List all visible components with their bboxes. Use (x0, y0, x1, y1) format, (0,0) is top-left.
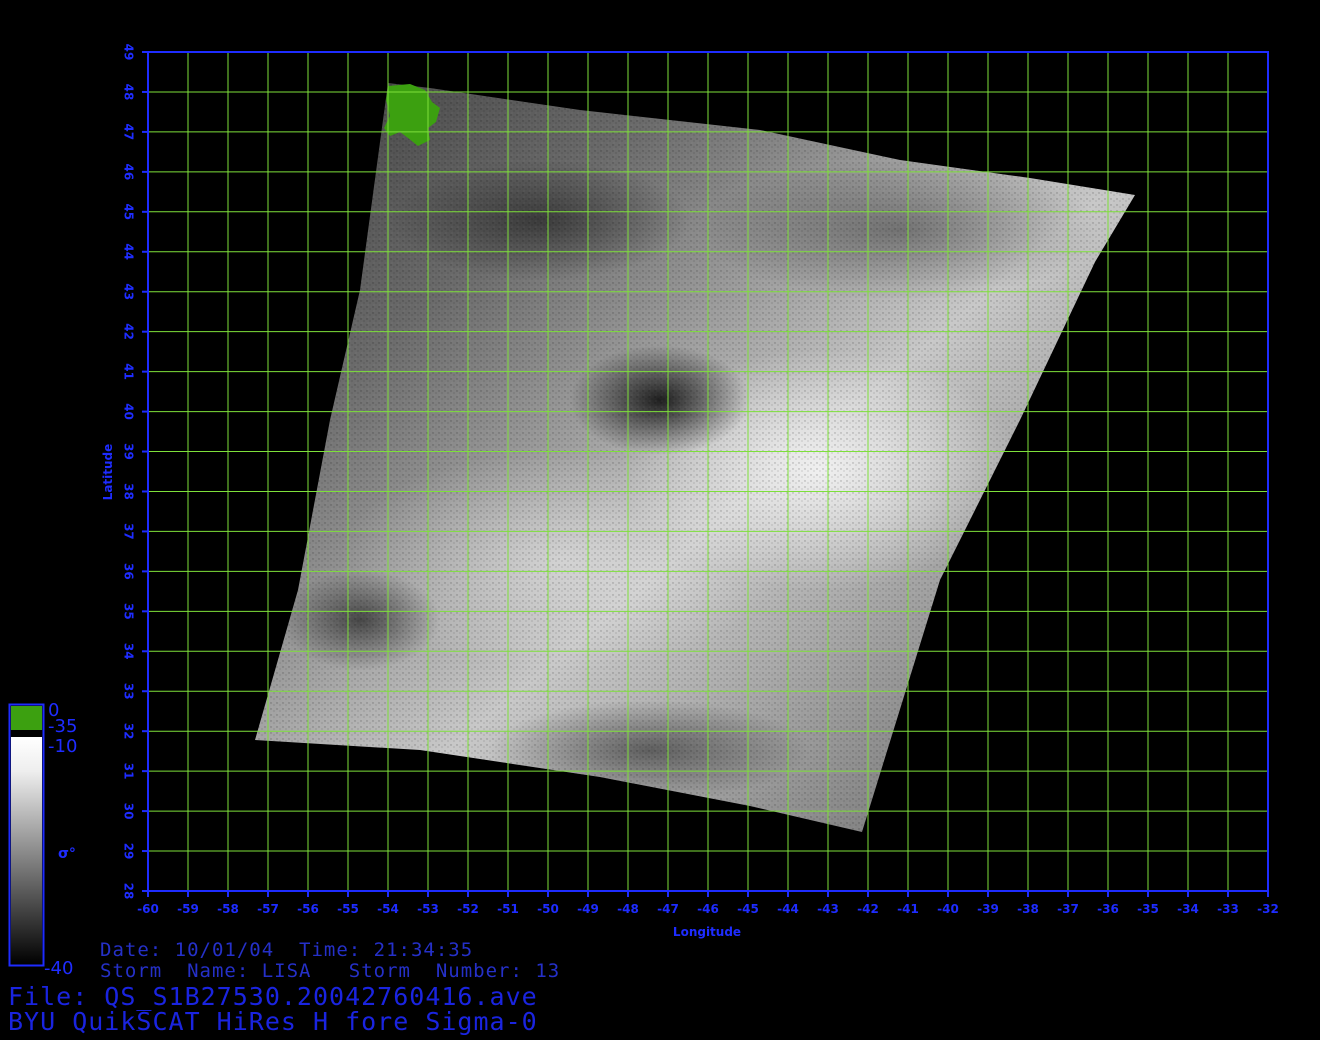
x-tick-label: -52 (457, 902, 479, 916)
x-tick-label: -44 (777, 902, 799, 916)
colorbar-label-max: -10 (48, 736, 77, 757)
y-tick-label: 39 (122, 443, 136, 460)
x-tick-label: -58 (217, 902, 239, 916)
y-tick-label: 46 (122, 164, 136, 181)
x-tick-label: -59 (177, 902, 199, 916)
y-tick-label: 31 (122, 763, 136, 780)
x-tick-label: -56 (297, 902, 319, 916)
x-tick-label: -55 (337, 902, 359, 916)
y-tick-label: 35 (122, 603, 136, 620)
scatterometer-plot: -60 -59 -58 -57 -56 -55 -54 -53 -52 -51 -50 -49 -48 -… (8, 44, 1279, 979)
y-tick-label: 38 (122, 483, 136, 500)
y-tick-label: 36 (122, 563, 136, 580)
x-tick-label: -32 (1257, 902, 1279, 916)
x-tick-label: -43 (817, 902, 839, 916)
x-tick-label: -36 (1097, 902, 1119, 916)
y-tick-label: 49 (122, 44, 136, 61)
x-tick-label: -60 (137, 902, 159, 916)
x-tick-label: -33 (1217, 902, 1239, 916)
x-tick-label: -38 (1017, 902, 1039, 916)
colorbar-label-land: -35 (48, 716, 77, 737)
x-tick-label: -47 (657, 902, 679, 916)
colorbar: 0 -35 -10 -40 σ° (8, 700, 77, 979)
y-tick-label: 48 (122, 84, 136, 101)
y-tick-label: 44 (122, 243, 136, 260)
x-tick-label: -57 (257, 902, 279, 916)
x-tick-label: -37 (1057, 902, 1079, 916)
x-tick-label: -51 (497, 902, 519, 916)
x-tick-label: -42 (857, 902, 879, 916)
y-tick-label: 30 (122, 803, 136, 820)
colorbar-symbol: σ° (58, 846, 76, 862)
y-tick-label: 42 (122, 323, 136, 340)
y-tick-label: 29 (122, 843, 136, 860)
y-tick-label: 45 (122, 203, 136, 220)
y-tick-label: 43 (122, 283, 136, 300)
y-tick-label: 41 (122, 363, 136, 380)
file-name-text: File: QS_S1B27530.20042760416.ave (8, 982, 538, 1011)
x-tick-label: -40 (937, 902, 959, 916)
colorbar-label-min: -40 (44, 958, 73, 979)
x-tick-label: -39 (977, 902, 999, 916)
y-tick-label: 34 (122, 643, 136, 660)
x-tick-label: -49 (577, 902, 599, 916)
date-time-text: Date: 10/01/04 Time: 21:34:35 (100, 939, 474, 961)
y-tick-label: 33 (122, 683, 136, 700)
y-axis-label: Latitude (101, 444, 115, 501)
x-tick-label: -45 (737, 902, 759, 916)
y-tick-label: 37 (122, 523, 136, 540)
product-title-text: BYU QuikSCAT HiRes H fore Sigma-0 (8, 1007, 538, 1036)
colorbar-gradient (11, 737, 42, 965)
x-tick-label: -50 (537, 902, 559, 916)
x-tick-label: -34 (1177, 902, 1199, 916)
storm-info-text: Storm Name: LISA Storm Number: 13 (100, 960, 561, 982)
y-tick-label: 40 (122, 403, 136, 420)
x-tick-label: -35 (1137, 902, 1159, 916)
colorbar-land-swatch (11, 706, 42, 730)
x-tick-label: -41 (897, 902, 919, 916)
y-tick-label: 32 (122, 723, 136, 740)
x-axis-label: Longitude (673, 925, 741, 939)
y-tick-label: 28 (122, 883, 136, 900)
x-tick-label: -48 (617, 902, 639, 916)
y-tick-label: 47 (122, 124, 136, 141)
x-tick-label: -46 (697, 902, 719, 916)
x-tick-label: -54 (377, 902, 399, 916)
x-tick-label: -53 (417, 902, 439, 916)
swath-image (255, 83, 1135, 832)
lat-lon-grid (148, 52, 1268, 891)
